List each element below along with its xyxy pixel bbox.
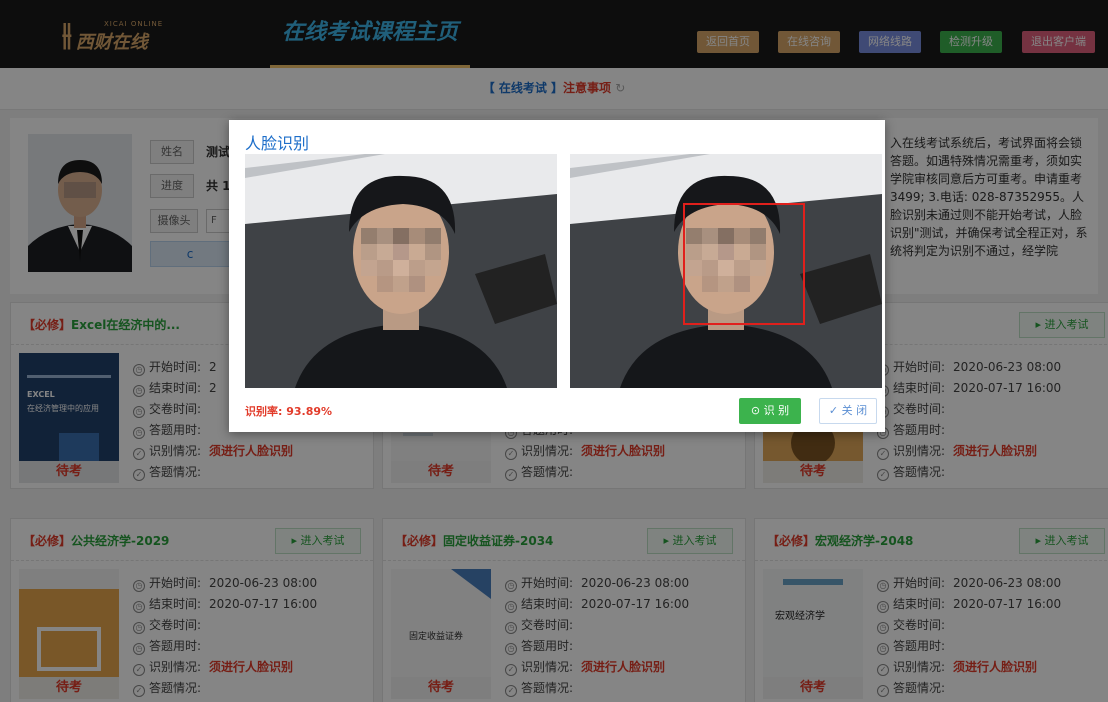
recognize-button[interactable]: ⊙ 识 别: [739, 398, 801, 424]
camera-live-view: [245, 154, 557, 388]
dialog-title: 人脸识别: [245, 134, 310, 153]
close-dialog-button[interactable]: ✓ 关 闭: [819, 398, 877, 424]
camera-capture-view: [570, 154, 882, 388]
recognition-rate: 识别率: 93.89%: [245, 405, 333, 418]
exam-home-page: ⫲ XICAI ONLINE 西财在线 在线考试课程主页 返回首页 在线咨询 网…: [0, 0, 1108, 702]
face-recognition-dialog: 人脸识别 识别率: 93.89% ⊙ 识 别 ✓ 关 闭: [229, 120, 885, 432]
